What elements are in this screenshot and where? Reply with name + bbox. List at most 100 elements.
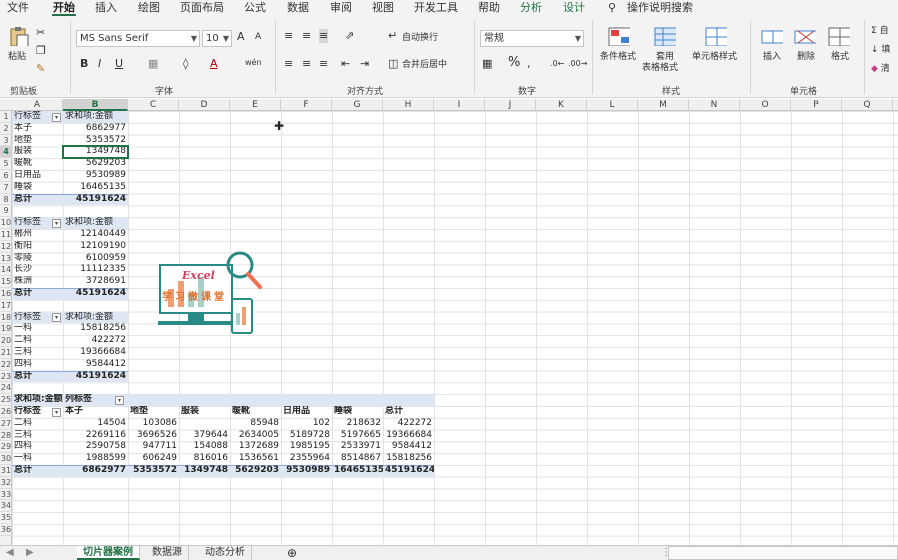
row-header[interactable]: 30 <box>0 453 12 465</box>
column-header[interactable]: A <box>12 99 63 111</box>
format-cells-button[interactable]: 格式 <box>831 52 849 63</box>
column-header[interactable]: I <box>434 99 485 111</box>
pivot-total-value[interactable]: 45191624 <box>63 194 128 206</box>
pivot-value[interactable]: 1372689 <box>230 441 281 453</box>
pivot-row-label[interactable]: 长沙 <box>12 264 63 276</box>
row-header[interactable]: 19 <box>0 323 12 336</box>
pivot-value[interactable]: 379644 <box>179 430 230 442</box>
filter-dropdown-icon[interactable]: ▾ <box>115 395 124 405</box>
pivot-value[interactable]: 422272 <box>63 335 128 347</box>
pivot-total-value[interactable]: 1349748 <box>179 465 230 477</box>
column-header[interactable]: K <box>536 99 587 111</box>
pivot-value[interactable]: 102 <box>281 418 332 430</box>
pivot-total-label[interactable]: 总计 <box>12 465 63 477</box>
conditional-formatting-button[interactable]: 条件格式 <box>600 52 636 63</box>
font-shrink-button[interactable]: A <box>255 30 261 44</box>
pivot-value[interactable]: 19366684 <box>63 347 128 359</box>
pivot-value[interactable]: 1985195 <box>281 441 332 453</box>
pivot-value[interactable]: 154088 <box>179 441 230 453</box>
pivot-value[interactable]: 6100959 <box>63 253 128 265</box>
tab-help[interactable]: 帮助 <box>478 1 500 15</box>
pivot-value[interactable]: 5189728 <box>281 430 332 442</box>
pivot-total-label[interactable]: 总计 <box>12 288 63 300</box>
pivot-total-value[interactable]: 9530989 <box>281 465 332 477</box>
pivot-value[interactable]: 2533971 <box>332 441 383 453</box>
tab-developer[interactable]: 开发工具 <box>414 1 458 15</box>
format-cells-icon[interactable] <box>828 26 850 46</box>
row-header[interactable]: 14 <box>0 264 12 277</box>
column-header[interactable]: B <box>63 99 128 111</box>
pivot-value[interactable]: 2590758 <box>63 441 128 453</box>
accounting-format-icon[interactable]: ▦ <box>482 57 492 71</box>
column-header[interactable]: L <box>587 99 638 111</box>
filter-dropdown-icon[interactable]: ▾ <box>52 218 61 228</box>
align-top-icon[interactable]: ≡ <box>284 29 293 43</box>
tab-view[interactable]: 视图 <box>372 1 394 15</box>
pivot-total-value[interactable]: 45191624 <box>63 288 128 300</box>
row-header[interactable]: 4 <box>0 146 12 159</box>
format-painter-icon[interactable]: ✎ <box>36 62 45 76</box>
row-header[interactable]: 34 <box>0 500 12 513</box>
cut-icon[interactable]: ✂ <box>36 26 45 40</box>
pivot-total-label[interactable]: 总计 <box>12 194 63 206</box>
scroll-right-icon[interactable]: ▶ <box>20 546 40 560</box>
align-center-icon[interactable]: ≡ <box>302 57 311 71</box>
copy-icon[interactable]: ❐ <box>36 44 46 58</box>
italic-button[interactable]: I <box>98 57 101 71</box>
pivot-row-label[interactable]: 衡阳 <box>12 241 63 253</box>
pivot-column-label[interactable]: 本子 <box>63 406 128 418</box>
row-header[interactable]: 23 <box>0 371 12 383</box>
pivot-column-label[interactable]: 暖靴 <box>230 406 281 418</box>
row-header[interactable]: 9 <box>0 205 12 218</box>
pivot-value[interactable]: 422272 <box>383 418 434 430</box>
horizontal-scrollbar[interactable] <box>668 546 898 560</box>
pivot-row-label[interactable]: 三科 <box>12 430 63 442</box>
pivot-value[interactable]: 2634005 <box>230 430 281 442</box>
pivot-value[interactable]: 1536561 <box>230 453 281 465</box>
phonetic-button[interactable]: wén <box>245 56 262 70</box>
pivot-total-value[interactable]: 45191624 <box>383 465 434 477</box>
pivot-total-value[interactable]: 45191624 <box>63 371 128 383</box>
pivot-row-label[interactable]: 二科 <box>12 418 63 430</box>
pivot-value[interactable]: 816016 <box>179 453 230 465</box>
bold-button[interactable]: B <box>80 57 88 71</box>
font-name-select[interactable]: MS Sans Serif ▼ <box>76 30 200 47</box>
pivot-value[interactable]: 14504 <box>63 418 128 430</box>
row-header[interactable]: 15 <box>0 276 12 288</box>
row-header[interactable]: 27 <box>0 418 12 430</box>
pivot-value[interactable]: 12140449 <box>63 229 128 241</box>
filter-dropdown-icon[interactable]: ▾ <box>52 407 61 417</box>
pivot-value[interactable]: 16465135 <box>63 182 128 194</box>
border-icon[interactable]: ▦ <box>148 57 158 71</box>
pivot-row-label[interactable]: 三科 <box>12 347 63 359</box>
pivot-row-label[interactable]: 二科 <box>12 335 63 347</box>
row-header[interactable]: 25 <box>0 394 12 406</box>
row-header[interactable]: 28 <box>0 430 12 442</box>
row-header[interactable]: 8 <box>0 194 12 206</box>
fill-button[interactable]: ↓ 填 <box>871 45 890 56</box>
pivot-value[interactable]: 5629203 <box>63 158 128 170</box>
row-header[interactable]: 26 <box>0 406 12 418</box>
cell-styles-button[interactable]: 单元格样式 <box>692 52 737 63</box>
column-header[interactable]: H <box>383 99 434 111</box>
pivot-total-value[interactable]: 16465135 <box>332 465 383 477</box>
sheet-tab-slicer[interactable]: 切片器案例 <box>77 546 140 560</box>
pivot-total-value[interactable]: 5629203 <box>230 465 281 477</box>
pivot-total-value[interactable]: 5353572 <box>128 465 179 477</box>
pivot-value[interactable]: 12109190 <box>63 241 128 253</box>
row-header[interactable]: 16 <box>0 288 12 300</box>
pivot-value[interactable]: 9584412 <box>383 441 434 453</box>
tab-review[interactable]: 审阅 <box>330 1 352 15</box>
pivot-row-label[interactable]: 本子 <box>12 123 63 135</box>
search-icon[interactable]: ⚲ <box>608 1 616 15</box>
paste-icon[interactable] <box>8 26 30 46</box>
tab-file[interactable]: 文件 <box>7 1 29 15</box>
row-header[interactable]: 10 <box>0 217 12 229</box>
pivot-value-header[interactable]: 求和项:金额 <box>63 217 128 229</box>
pivot-value-header[interactable]: 求和项:金额 <box>12 394 63 406</box>
row-header[interactable]: 31 <box>0 465 12 477</box>
number-format-select[interactable]: 常规 ▼ <box>480 30 584 47</box>
tab-draw[interactable]: 绘图 <box>138 1 160 15</box>
add-sheet-icon[interactable]: ⊕ <box>281 546 303 560</box>
row-header[interactable]: 22 <box>0 359 12 371</box>
